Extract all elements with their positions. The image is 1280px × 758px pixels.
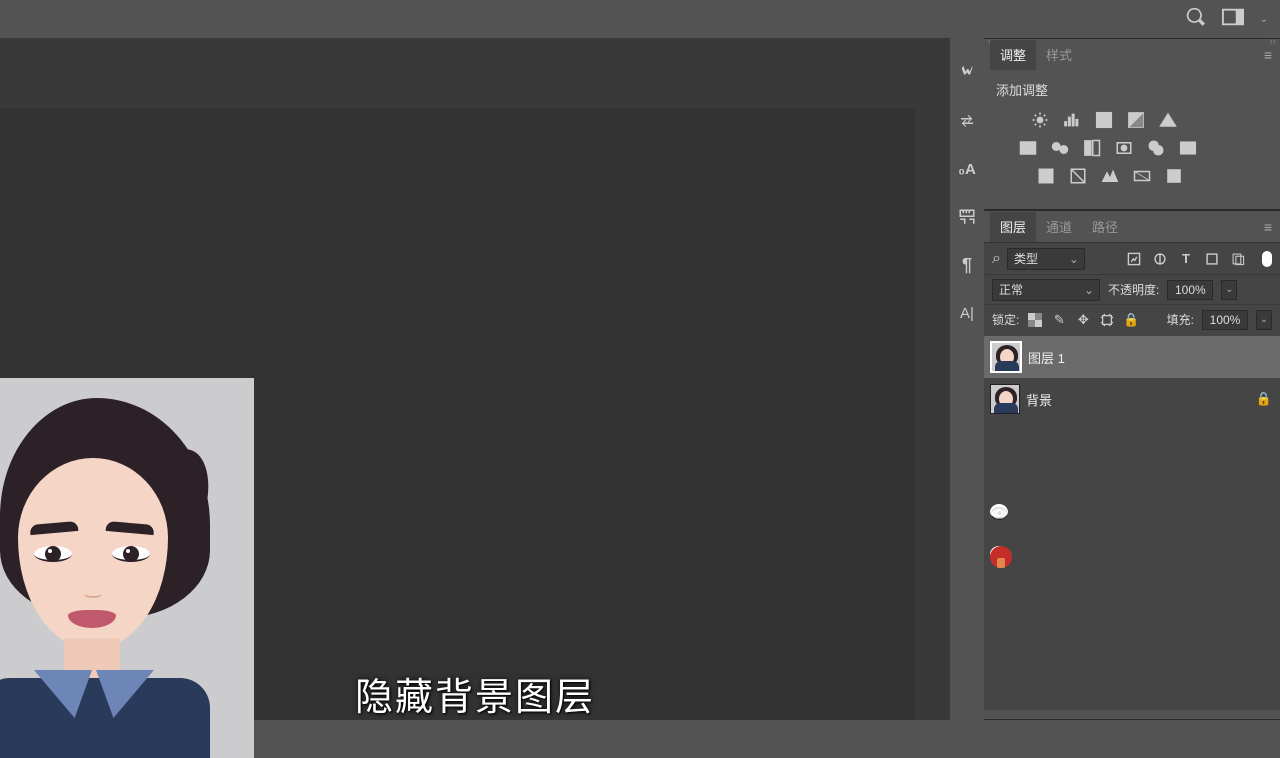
workspace-icon[interactable] <box>1222 8 1244 31</box>
tab-channels[interactable]: 通道 <box>1036 212 1082 242</box>
invert-icon[interactable] <box>1036 167 1056 185</box>
posterize-icon[interactable] <box>1068 167 1088 185</box>
photo-filter-icon[interactable] <box>1146 139 1166 157</box>
opacity-value[interactable]: 100% <box>1167 280 1213 300</box>
filter-smart-icon[interactable] <box>1230 251 1246 267</box>
tab-adjustments[interactable]: 调整 <box>990 40 1036 70</box>
color-balance-icon[interactable] <box>1082 139 1102 157</box>
add-adjustment-label: 添加调整 <box>996 80 1268 99</box>
tab-layers[interactable]: 图层 <box>990 212 1036 242</box>
vibrance-icon[interactable] <box>1018 139 1038 157</box>
swap-tool-icon[interactable] <box>956 110 978 132</box>
layer-panel-empty <box>984 420 1280 710</box>
bw-icon[interactable] <box>1114 139 1134 157</box>
canvas-area[interactable]: 隐藏背景图层 <box>0 38 950 720</box>
document-image[interactable] <box>0 378 254 758</box>
filter-search-icon[interactable]: ⌕ <box>992 250 1001 268</box>
opacity-label: 不透明度: <box>1108 281 1159 298</box>
layer-filter-type-select[interactable]: 类型 <box>1007 248 1085 270</box>
channel-mixer-icon[interactable] <box>1178 139 1198 157</box>
filter-type-icon[interactable]: T <box>1178 251 1194 267</box>
opacity-caret-icon[interactable]: ⌄ <box>1221 280 1237 300</box>
paragraph-tool-icon[interactable]: ¶ <box>956 254 978 276</box>
curves-icon[interactable] <box>1094 111 1114 129</box>
lock-transparency-icon[interactable] <box>1027 312 1043 328</box>
filter-adjustment-icon[interactable] <box>1152 251 1168 267</box>
fill-value[interactable]: 100% <box>1202 310 1248 330</box>
filter-shape-icon[interactable] <box>1204 251 1220 267</box>
lock-label: 锁定: <box>992 311 1019 328</box>
gradient-map-icon[interactable] <box>1132 167 1152 185</box>
layer-thumbnail[interactable] <box>990 384 1020 414</box>
layer-row-1[interactable]: 👁 图层 1 <box>984 336 1280 378</box>
selective-color-icon[interactable] <box>1164 167 1184 185</box>
fill-label: 填充: <box>1167 311 1194 328</box>
threshold-icon[interactable] <box>1100 167 1120 185</box>
lock-image-icon[interactable]: ✎ <box>1051 312 1067 328</box>
filter-pixel-icon[interactable] <box>1126 251 1142 267</box>
triangle-icon[interactable] <box>1158 111 1178 129</box>
align-tool-icon[interactable]: A| <box>956 302 978 324</box>
exposure-icon[interactable] <box>1126 111 1146 129</box>
subtitle-caption: 隐藏背景图层 <box>355 666 595 721</box>
filter-toggle[interactable] <box>1262 251 1272 267</box>
panel-menu-icon[interactable]: ≡ <box>1264 47 1272 63</box>
tab-paths[interactable]: 路径 <box>1082 212 1128 242</box>
levels-icon[interactable] <box>1062 111 1082 129</box>
layer-thumbnail[interactable] <box>990 341 1022 373</box>
layer-lock-icon: 🔒 <box>1256 391 1272 407</box>
hue-icon[interactable] <box>1050 139 1070 157</box>
layer-row-background[interactable]: 背景 🔒 <box>984 378 1280 420</box>
secondary-toolbar: ₀A ¶ A| <box>950 38 984 720</box>
fill-caret-icon[interactable]: ⌄ <box>1256 310 1272 330</box>
character-tool-icon[interactable]: ₀A <box>956 158 978 180</box>
layer-visibility-toggle-highlighted[interactable] <box>990 546 1008 562</box>
lock-position-icon[interactable]: ✥ <box>1075 312 1091 328</box>
ruler-tool-icon[interactable] <box>956 206 978 228</box>
layer-visibility-toggle[interactable]: 👁 <box>990 504 1008 520</box>
brush-tool-icon[interactable] <box>956 62 978 84</box>
tab-styles[interactable]: 样式 <box>1036 40 1082 70</box>
layers-panel-menu-icon[interactable]: ≡ <box>1264 219 1272 235</box>
search-icon[interactable] <box>1186 7 1206 32</box>
workspace-caret-icon[interactable]: ⌄ <box>1260 14 1268 25</box>
lock-artboard-icon[interactable] <box>1099 312 1115 328</box>
blend-mode-select[interactable]: 正常 <box>992 279 1100 301</box>
layer-name[interactable]: 背景 <box>1026 390 1250 409</box>
layer-name[interactable]: 图层 1 <box>1028 348 1272 367</box>
lock-all-icon[interactable]: 🔒 <box>1123 312 1139 328</box>
brightness-icon[interactable] <box>1030 111 1050 129</box>
